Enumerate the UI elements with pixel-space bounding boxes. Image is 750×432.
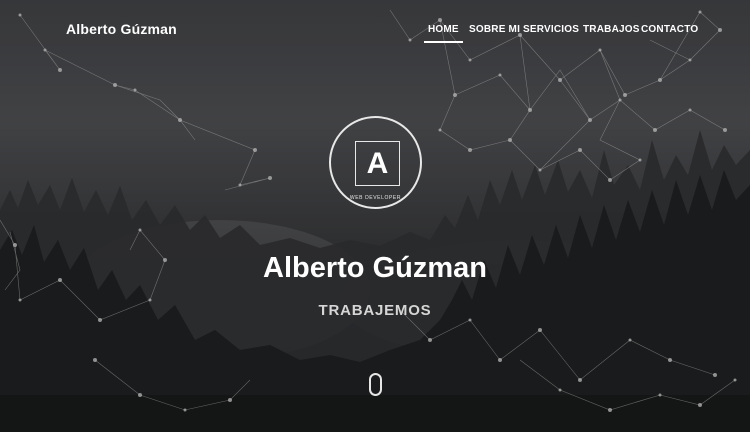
nav-item-trabajos[interactable]: TRABAJOS	[583, 24, 640, 35]
logo-mark: A	[355, 141, 400, 186]
navbar: Alberto Gúzman HOME SOBRE MI SERVICIOS T…	[0, 0, 750, 60]
nav-item-sobre-mi[interactable]: SOBRE MI	[469, 24, 520, 35]
brand-name[interactable]: Alberto Gúzman	[66, 21, 177, 37]
nav-item-servicios[interactable]: SERVICIOS	[523, 24, 579, 35]
logo-letter: A	[366, 146, 389, 180]
hero-subtitle: TRABAJEMOS	[318, 302, 432, 319]
nav-item-home[interactable]: HOME	[424, 24, 463, 43]
nav-item-contacto[interactable]: CONTACTO	[641, 24, 698, 35]
logo-caption: WEB DEVELOPER	[349, 195, 402, 201]
hero-section: Alberto Gúzman HOME SOBRE MI SERVICIOS T…	[0, 0, 750, 432]
mouse-scroll-icon[interactable]	[369, 373, 382, 396]
logo-badge: A WEB DEVELOPER	[329, 116, 422, 209]
hero-title: Alberto Gúzman	[263, 252, 487, 284]
forest-network-background	[0, 0, 750, 432]
